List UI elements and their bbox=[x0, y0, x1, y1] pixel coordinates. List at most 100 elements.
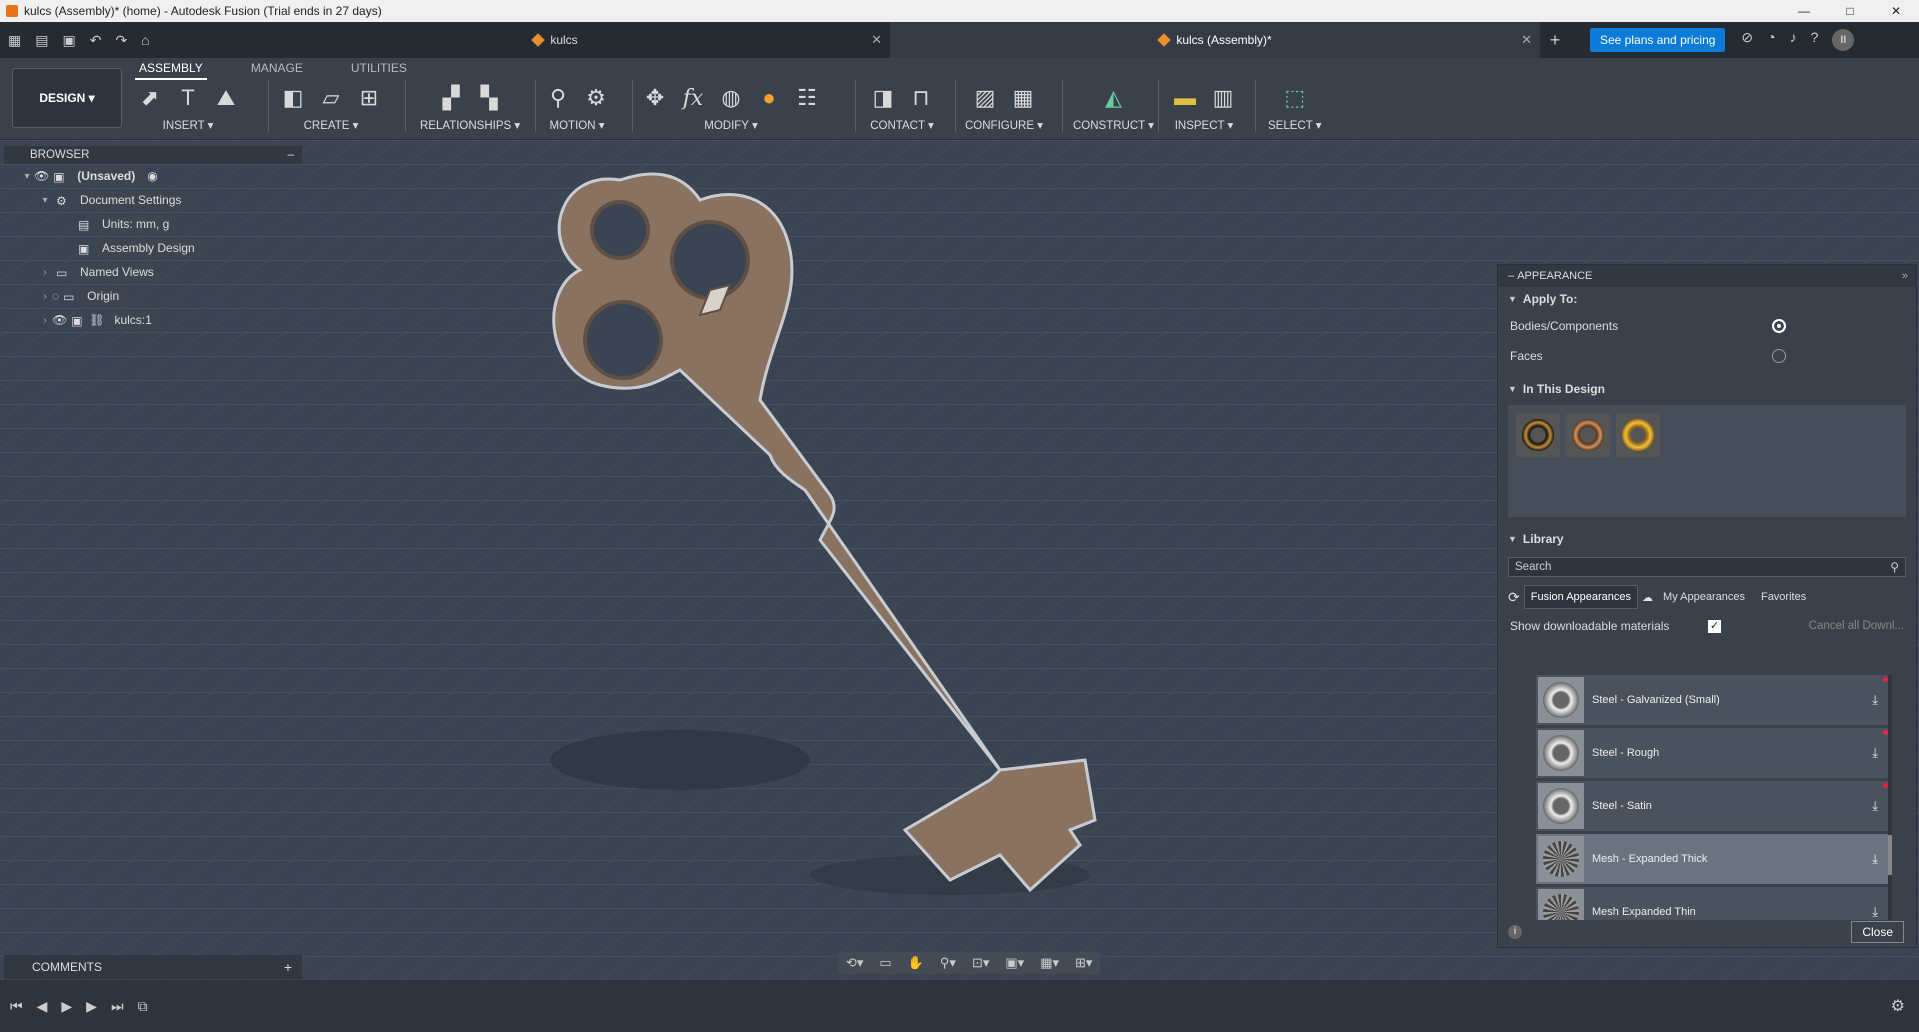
tree-item-units[interactable]: ▤ Units: mm, g bbox=[4, 212, 302, 236]
tab-my-appearances[interactable]: My Appearances bbox=[1657, 586, 1751, 608]
tree-item-origin[interactable]: › ◌ ▭ Origin bbox=[4, 284, 302, 308]
chevron-right-icon[interactable]: › bbox=[38, 291, 52, 302]
faces-radio[interactable] bbox=[1772, 349, 1786, 363]
eye-icon[interactable]: 👁 bbox=[34, 169, 49, 183]
modify-menu[interactable]: MODIFY ▾ bbox=[704, 118, 757, 132]
drive-joints-icon[interactable]: ⚲ bbox=[543, 83, 573, 113]
play-icon[interactable]: ▶ bbox=[61, 998, 72, 1015]
move-copy-icon[interactable]: ✥ bbox=[640, 83, 670, 113]
eye-hidden-icon[interactable]: ◌ bbox=[52, 289, 59, 303]
list-item[interactable]: Mesh - Expanded Thick ⤓ bbox=[1536, 834, 1890, 884]
configure-design-icon[interactable]: ▨ bbox=[970, 83, 1000, 113]
tree-item-kulcs[interactable]: › 👁 ▣ ⛓ kulcs:1 bbox=[4, 308, 302, 332]
offset-plane-icon[interactable]: ◭ bbox=[1098, 83, 1128, 113]
pan-icon[interactable]: ✋ bbox=[908, 955, 924, 971]
faces-option[interactable]: Faces bbox=[1498, 341, 1916, 371]
orbit-icon[interactable]: ⟲▾ bbox=[846, 955, 863, 971]
undo-icon[interactable]: ↶ bbox=[90, 32, 102, 49]
close-tab-icon[interactable]: ✕ bbox=[1521, 32, 1532, 48]
chevron-down-icon[interactable]: ▾ bbox=[20, 171, 34, 182]
tree-item-assembly-design[interactable]: ▣ Assembly Design bbox=[4, 236, 302, 260]
motion-menu[interactable]: MOTION ▾ bbox=[550, 118, 605, 132]
list-item[interactable]: Steel - Satin ⤓ bbox=[1536, 781, 1890, 831]
create-menu[interactable]: CREATE ▾ bbox=[304, 118, 359, 132]
chevron-right-icon[interactable]: › bbox=[38, 315, 52, 326]
expand-icon[interactable]: » bbox=[1902, 270, 1908, 282]
active-radio-icon[interactable]: ◉ bbox=[147, 169, 157, 183]
chevron-down-icon[interactable]: ▾ bbox=[38, 195, 52, 206]
insert-mesh-icon[interactable]: ⛰ bbox=[211, 83, 241, 113]
window-select-icon[interactable]: ⬚ bbox=[1280, 83, 1310, 113]
close-button[interactable]: Close bbox=[1851, 921, 1904, 943]
insert-derive-icon[interactable]: ⬈ bbox=[135, 83, 165, 113]
list-item[interactable]: Steel - Rough ⤓ bbox=[1536, 728, 1890, 778]
scrollbar-thumb[interactable] bbox=[1888, 835, 1892, 875]
timeline-settings-icon[interactable]: ⚙ bbox=[1891, 996, 1905, 1016]
enable-contact-icon[interactable]: ⊓ bbox=[906, 83, 936, 113]
tab-favorites[interactable]: Favorites bbox=[1755, 586, 1812, 608]
zoom-icon[interactable]: ⚲▾ bbox=[940, 955, 956, 971]
timeline-feature-icon[interactable]: ⧉ bbox=[138, 998, 148, 1015]
go-to-end-icon[interactable]: ⏭ bbox=[111, 998, 124, 1015]
close-tab-icon[interactable]: ✕ bbox=[871, 32, 882, 48]
insert-text-icon[interactable]: T bbox=[173, 83, 203, 113]
tab-manage[interactable]: MANAGE bbox=[247, 58, 307, 80]
interference-icon[interactable]: ▥ bbox=[1208, 83, 1238, 113]
minimize-button[interactable]: — bbox=[1781, 0, 1827, 22]
redo-icon[interactable]: ↷ bbox=[115, 32, 127, 49]
list-item[interactable]: Steel - Galvanized (Small) ⤓ bbox=[1536, 675, 1890, 725]
save-icon[interactable]: ▣ bbox=[62, 32, 75, 49]
download-icon[interactable]: ⤓ bbox=[1872, 851, 1878, 867]
eye-icon[interactable]: 👁 bbox=[52, 313, 67, 327]
appearance-swatch[interactable] bbox=[1516, 413, 1560, 457]
motion-link-icon[interactable]: ⚙ bbox=[581, 83, 611, 113]
extensions-icon[interactable]: ⊘ bbox=[1741, 29, 1753, 51]
in-this-design-section[interactable]: ▼ In This Design bbox=[1498, 377, 1916, 401]
appearance-header[interactable]: – APPEARANCE » bbox=[1498, 265, 1916, 287]
appearance-swatch[interactable] bbox=[1566, 413, 1610, 457]
close-window-button[interactable]: ✕ bbox=[1873, 0, 1919, 22]
job-status-icon[interactable]: ◔ bbox=[1767, 29, 1775, 51]
show-downloadable-checkbox[interactable]: ✓ bbox=[1708, 619, 1721, 633]
maximize-button[interactable]: □ bbox=[1827, 0, 1873, 22]
step-back-icon[interactable]: ◀ bbox=[37, 998, 48, 1015]
notifications-icon[interactable]: ♪ bbox=[1790, 29, 1797, 51]
download-icon[interactable]: ⤓ bbox=[1872, 798, 1878, 814]
tree-item-root[interactable]: ▾ 👁 ▣ (Unsaved) ◉ bbox=[4, 164, 302, 188]
contact-sets-icon[interactable]: ◨ bbox=[868, 83, 898, 113]
appearance-icon[interactable]: ● bbox=[754, 83, 784, 113]
browser-header[interactable]: BROWSER – bbox=[4, 146, 302, 164]
measure-icon[interactable]: ▬ bbox=[1170, 83, 1200, 113]
create-sketch-icon[interactable]: ▱ bbox=[316, 83, 346, 113]
collapse-icon[interactable]: – bbox=[288, 149, 294, 161]
new-component-icon[interactable]: ◧ bbox=[278, 83, 308, 113]
configure-menu[interactable]: CONFIGURE ▾ bbox=[965, 118, 1043, 132]
download-icon[interactable]: ⤓ bbox=[1872, 692, 1878, 708]
display-settings-icon[interactable]: ▣▾ bbox=[1005, 955, 1024, 971]
library-scrollbar[interactable] bbox=[1888, 675, 1892, 920]
contact-menu[interactable]: CONTACT ▾ bbox=[870, 118, 934, 132]
library-search-input[interactable]: Search ⚲ bbox=[1508, 557, 1906, 577]
new-tab-icon[interactable]: + bbox=[1540, 30, 1570, 51]
joint-icon[interactable]: ▞ bbox=[436, 83, 466, 113]
info-icon[interactable]: i bbox=[1508, 925, 1522, 939]
select-menu[interactable]: SELECT ▾ bbox=[1268, 118, 1322, 132]
tree-item-document-settings[interactable]: ▾ ⚙ Document Settings bbox=[4, 188, 302, 212]
library-section[interactable]: ▼ Library bbox=[1498, 527, 1916, 551]
physical-material-icon[interactable]: ◍ bbox=[716, 83, 746, 113]
viewports-icon[interactable]: ⊞▾ bbox=[1075, 955, 1092, 971]
avatar[interactable]: II bbox=[1832, 29, 1855, 51]
download-icon[interactable]: ⤓ bbox=[1872, 745, 1878, 761]
finish-sketch-icon[interactable]: ⊞ bbox=[354, 83, 384, 113]
manage-materials-icon[interactable]: ☷ bbox=[792, 83, 822, 113]
add-comment-icon[interactable]: + bbox=[284, 959, 292, 975]
home-icon[interactable]: ⌂ bbox=[141, 32, 149, 48]
app-grid-icon[interactable]: ▦ bbox=[8, 32, 21, 49]
configuration-table-icon[interactable]: ▦ bbox=[1008, 83, 1038, 113]
document-tab-assembly[interactable]: kulcs (Assembly)* ✕ bbox=[890, 22, 1540, 58]
tab-fusion-appearances[interactable]: Fusion Appearances bbox=[1523, 585, 1639, 609]
list-item[interactable]: Mesh Expanded Thin ⤓ bbox=[1536, 887, 1890, 920]
insert-menu[interactable]: INSERT ▾ bbox=[163, 118, 214, 132]
tab-assembly[interactable]: ASSEMBLY bbox=[135, 58, 207, 80]
see-plans-button[interactable]: See plans and pricing bbox=[1590, 28, 1726, 52]
